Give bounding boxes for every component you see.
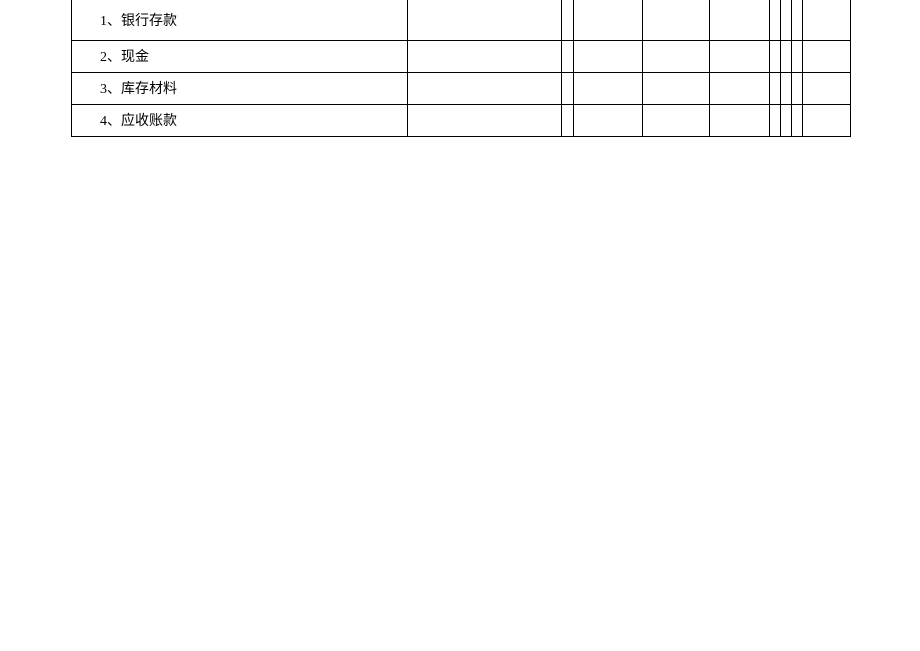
cell-empty [792,72,803,104]
cell-empty [562,72,574,104]
cell-empty [408,40,562,72]
cell-empty [574,0,643,40]
cell-empty [643,72,710,104]
table-row: 4、应收账款 [72,104,851,136]
cell-empty [770,0,781,40]
cell-empty [781,72,792,104]
cell-empty [781,40,792,72]
accounting-table: 1、银行存款 2、现金 [71,0,851,137]
cell-empty [408,0,562,40]
cell-empty [770,72,781,104]
cell-empty [770,104,781,136]
cell-empty [710,40,770,72]
cell-empty [792,104,803,136]
cell-empty [803,0,851,40]
cell-empty [643,104,710,136]
table-row: 1、银行存款 [72,0,851,40]
cell-empty [562,104,574,136]
row-label: 2、现金 [72,40,408,72]
cell-empty [792,40,803,72]
cell-empty [803,104,851,136]
cell-empty [408,104,562,136]
cell-empty [562,0,574,40]
cell-empty [574,72,643,104]
row-label: 4、应收账款 [72,104,408,136]
cell-empty [803,72,851,104]
cell-empty [781,0,792,40]
table-container: 1、银行存款 2、现金 [71,0,850,137]
table-row: 3、库存材料 [72,72,851,104]
cell-empty [574,40,643,72]
cell-empty [803,40,851,72]
cell-empty [408,72,562,104]
cell-empty [770,40,781,72]
cell-empty [643,0,710,40]
row-label: 1、银行存款 [72,0,408,40]
document-page: 1、银行存款 2、现金 [0,0,920,651]
table-row: 2、现金 [72,40,851,72]
cell-empty [562,40,574,72]
cell-empty [710,0,770,40]
cell-empty [792,0,803,40]
cell-empty [710,72,770,104]
cell-empty [574,104,643,136]
cell-empty [710,104,770,136]
row-label: 3、库存材料 [72,72,408,104]
cell-empty [643,40,710,72]
cell-empty [781,104,792,136]
